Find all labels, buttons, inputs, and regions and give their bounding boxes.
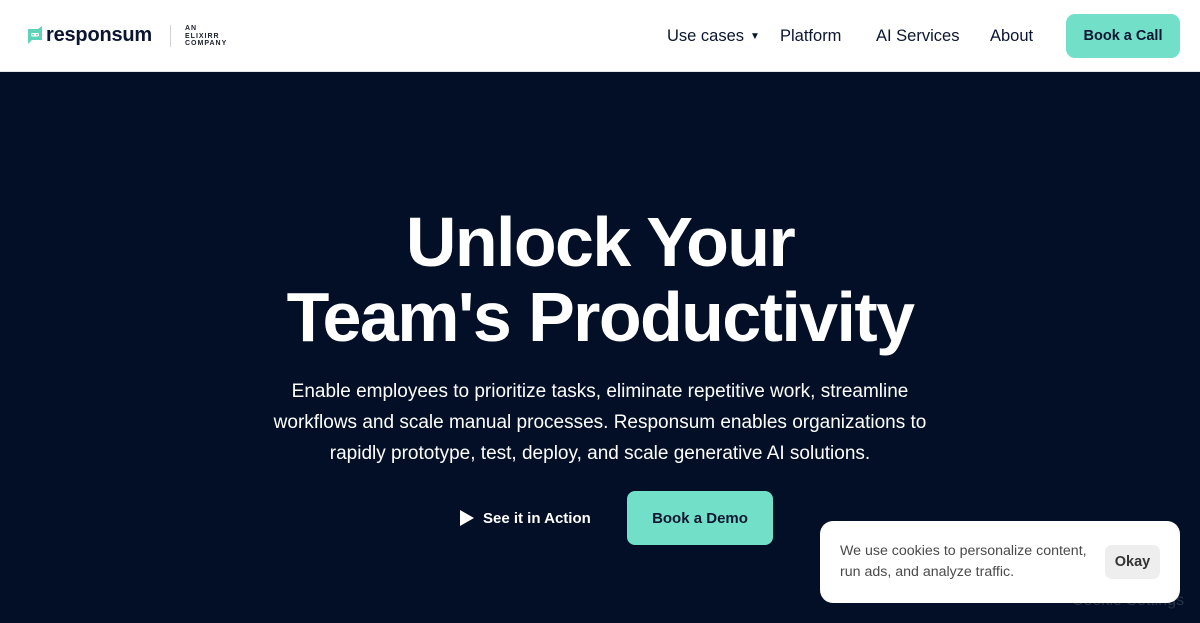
- nav-item-use-cases[interactable]: Use cases ▼: [667, 26, 760, 47]
- nav-item-ai-services[interactable]: AI Services: [876, 26, 959, 46]
- tagline-line: ELIXIRR: [185, 32, 220, 40]
- chevron-down-icon: ▼: [750, 31, 760, 42]
- hero-title: Unlock Your Team's Productivity: [0, 205, 1200, 355]
- book-a-call-button[interactable]: Book a Call: [1066, 14, 1180, 58]
- tagline-line: AN: [185, 25, 198, 32]
- site-header: responsum AN ELIXIRR COMPANY Use cases ▼ …: [0, 0, 1200, 72]
- nav-item-about[interactable]: About: [990, 26, 1033, 46]
- hero-title-line: Team's Productivity: [286, 278, 915, 356]
- cookie-okay-button[interactable]: Okay: [1105, 545, 1160, 579]
- book-a-demo-button[interactable]: Book a Demo: [627, 491, 773, 545]
- logo-wordmark: responsum: [46, 24, 153, 46]
- nav-item-platform[interactable]: Platform: [780, 26, 841, 46]
- nav-label: Use cases: [667, 27, 745, 45]
- play-icon: [460, 510, 474, 526]
- chat-bubble-bot-icon: [27, 25, 43, 45]
- cookie-banner: We use cookies to personalize content, r…: [820, 521, 1180, 603]
- logo-tagline: AN ELIXIRR COMPANY: [185, 25, 227, 48]
- logo-divider: [170, 25, 171, 47]
- cookie-text: We use cookies to personalize content, r…: [840, 543, 1087, 580]
- see-it-in-action-button[interactable]: See it in Action: [460, 505, 591, 531]
- tagline-line: COMPANY: [185, 40, 228, 48]
- hero-title-line: Unlock Your: [405, 203, 796, 281]
- see-it-in-action-label: See it in Action: [483, 509, 591, 527]
- hero-subtitle: Enable employees to prioritize tasks, el…: [273, 381, 927, 464]
- logo[interactable]: responsum: [27, 24, 152, 46]
